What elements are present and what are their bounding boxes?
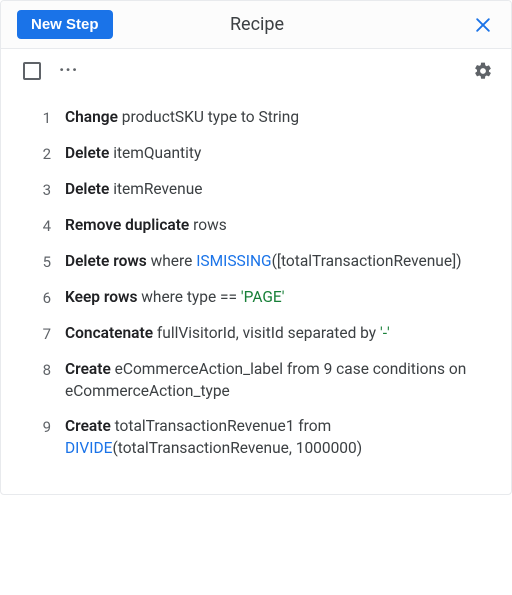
step-description: Delete itemRevenue (65, 179, 491, 201)
step-description: Delete itemQuantity (65, 143, 491, 165)
recipe-step[interactable]: 3Delete itemRevenue (21, 179, 491, 201)
recipe-step[interactable]: 5Delete rows where ISMISSING([totalTrans… (21, 251, 491, 273)
more-icon[interactable]: ··· (59, 62, 78, 80)
new-step-button[interactable]: New Step (17, 10, 113, 39)
step-number: 7 (21, 323, 65, 345)
step-number: 3 (21, 179, 65, 201)
step-description: Remove duplicate rows (65, 215, 491, 237)
step-number: 8 (21, 359, 65, 381)
recipe-step[interactable]: 2Delete itemQuantity (21, 143, 491, 165)
recipe-panel: New Step Recipe ··· 1Change productSKU t… (0, 0, 512, 495)
recipe-step[interactable]: 6Keep rows where type == 'PAGE' (21, 287, 491, 309)
panel-header: New Step Recipe (1, 1, 511, 49)
recipe-toolbar: ··· (1, 49, 511, 87)
step-number: 6 (21, 287, 65, 309)
step-description: Change productSKU type to String (65, 107, 491, 129)
recipe-step[interactable]: 7Concatenate fullVisitorId, visitId sepa… (21, 323, 491, 345)
recipe-step[interactable]: 4Remove duplicate rows (21, 215, 491, 237)
recipe-steps-list: 1Change productSKU type to String2Delete… (1, 87, 511, 494)
select-all-checkbox[interactable] (23, 62, 41, 80)
recipe-step[interactable]: 1Change productSKU type to String (21, 107, 491, 129)
step-description: Keep rows where type == 'PAGE' (65, 287, 491, 309)
step-number: 2 (21, 143, 65, 165)
step-number: 9 (21, 416, 65, 438)
step-description: Create eCommerceAction_label from 9 case… (65, 359, 491, 402)
step-number: 4 (21, 215, 65, 237)
close-icon[interactable] (469, 11, 497, 39)
recipe-step[interactable]: 8Create eCommerceAction_label from 9 cas… (21, 359, 491, 402)
step-description: Create totalTransactionRevenue1 from DIV… (65, 416, 491, 459)
gear-icon[interactable] (471, 59, 495, 83)
step-description: Delete rows where ISMISSING([totalTransa… (65, 251, 491, 273)
step-number: 5 (21, 251, 65, 273)
step-description: Concatenate fullVisitorId, visitId separ… (65, 323, 491, 345)
step-number: 1 (21, 107, 65, 129)
recipe-step[interactable]: 9Create totalTransactionRevenue1 from DI… (21, 416, 491, 459)
